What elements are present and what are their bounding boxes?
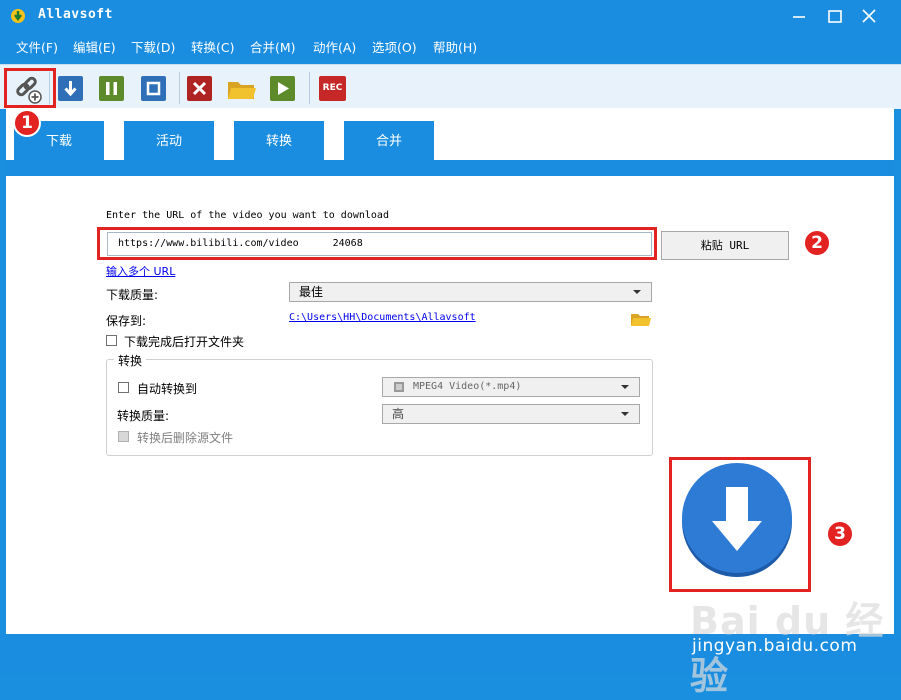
dropdown-arrow-icon <box>621 412 629 416</box>
maximize-button[interactable] <box>818 2 852 30</box>
browse-folder-button[interactable] <box>631 312 651 326</box>
folder-icon <box>631 314 651 326</box>
open-folder-button[interactable] <box>227 78 257 102</box>
save-path-link[interactable]: C:\Users\HH\Documents\Allavsoft <box>289 312 476 323</box>
convert-quality-value: 高 <box>392 407 405 421</box>
multi-url-link[interactable]: 输入多个 URL <box>106 263 175 279</box>
convert-quality-select[interactable]: 高 <box>382 404 640 424</box>
dropdown-arrow-icon <box>621 385 629 389</box>
play-icon <box>278 82 289 95</box>
maximize-icon <box>828 10 842 23</box>
annotation-box-1 <box>4 68 56 108</box>
auto-convert-label: 自动转换到 <box>137 382 198 396</box>
open-folder-label: 下载完成后打开文件夹 <box>124 335 245 349</box>
minimize-button[interactable] <box>782 2 816 30</box>
quality-select-value: 最佳 <box>299 285 324 299</box>
play-button[interactable] <box>270 76 295 101</box>
title-bar <box>0 0 901 32</box>
quality-label: 下载质量: <box>106 288 159 302</box>
format-select[interactable]: MPEG4 Video(*.mp4) <box>382 377 640 397</box>
stop-button[interactable] <box>141 76 166 101</box>
annotation-box-3 <box>669 457 811 592</box>
open-folder-checkbox[interactable] <box>106 335 117 346</box>
tab-active[interactable]: 活动 <box>122 119 216 160</box>
pause-button[interactable] <box>99 76 124 101</box>
app-logo-icon <box>10 8 26 24</box>
menu-help[interactable]: 帮助(H) <box>433 37 477 56</box>
video-file-icon <box>393 381 405 400</box>
auto-convert-checkbox[interactable] <box>118 382 129 393</box>
annotation-box-2 <box>97 227 657 260</box>
delete-x-icon <box>192 81 207 96</box>
tab-merge[interactable]: 合并 <box>342 119 436 160</box>
window-title: Allavsoft <box>38 7 113 22</box>
menu-edit[interactable]: 编辑(E) <box>73 37 116 56</box>
arrow-down-icon <box>64 81 77 97</box>
save-to-label: 保存到: <box>106 314 147 328</box>
minimize-icon <box>793 16 805 18</box>
download-tool-button[interactable] <box>58 76 83 101</box>
tab-underline <box>6 160 894 170</box>
annotation-badge-2: 2 <box>803 229 831 257</box>
convert-group-title: 转换 <box>114 352 147 369</box>
close-icon <box>862 9 876 23</box>
menu-action[interactable]: 动作(A) <box>313 37 356 56</box>
format-select-value: MPEG4 Video(*.mp4) <box>413 381 522 392</box>
folder-icon <box>228 82 256 99</box>
close-button[interactable] <box>852 2 886 30</box>
baidu-watermark-url: jingyan.baidu.com <box>692 636 858 656</box>
menu-download[interactable]: 下载(D) <box>131 37 175 56</box>
url-prompt-label: Enter the URL of the video you want to d… <box>106 210 389 221</box>
dropdown-arrow-icon <box>633 290 641 294</box>
annotation-badge-1: 1 <box>13 109 41 137</box>
toolbar-separator <box>179 72 180 104</box>
delete-button[interactable] <box>187 76 212 101</box>
menu-options[interactable]: 选项(O) <box>372 37 417 56</box>
tab-convert[interactable]: 转换 <box>232 119 326 160</box>
pause-icon <box>106 82 117 95</box>
paste-url-button[interactable]: 粘贴 URL <box>661 231 789 260</box>
menu-merge[interactable]: 合并(M) <box>250 37 296 56</box>
quality-select[interactable]: 最佳 <box>289 282 652 302</box>
menu-file[interactable]: 文件(F) <box>16 37 58 56</box>
annotation-badge-3: 3 <box>826 520 854 548</box>
toolbar <box>0 64 901 109</box>
delete-source-label: 转换后删除源文件 <box>137 431 234 445</box>
delete-source-checkbox[interactable] <box>118 431 129 442</box>
stop-icon <box>146 81 161 96</box>
menu-convert[interactable]: 转换(C) <box>191 37 234 56</box>
toolbar-separator <box>309 72 310 104</box>
convert-quality-label: 转换质量: <box>117 409 170 423</box>
record-button[interactable]: REC <box>319 76 346 101</box>
